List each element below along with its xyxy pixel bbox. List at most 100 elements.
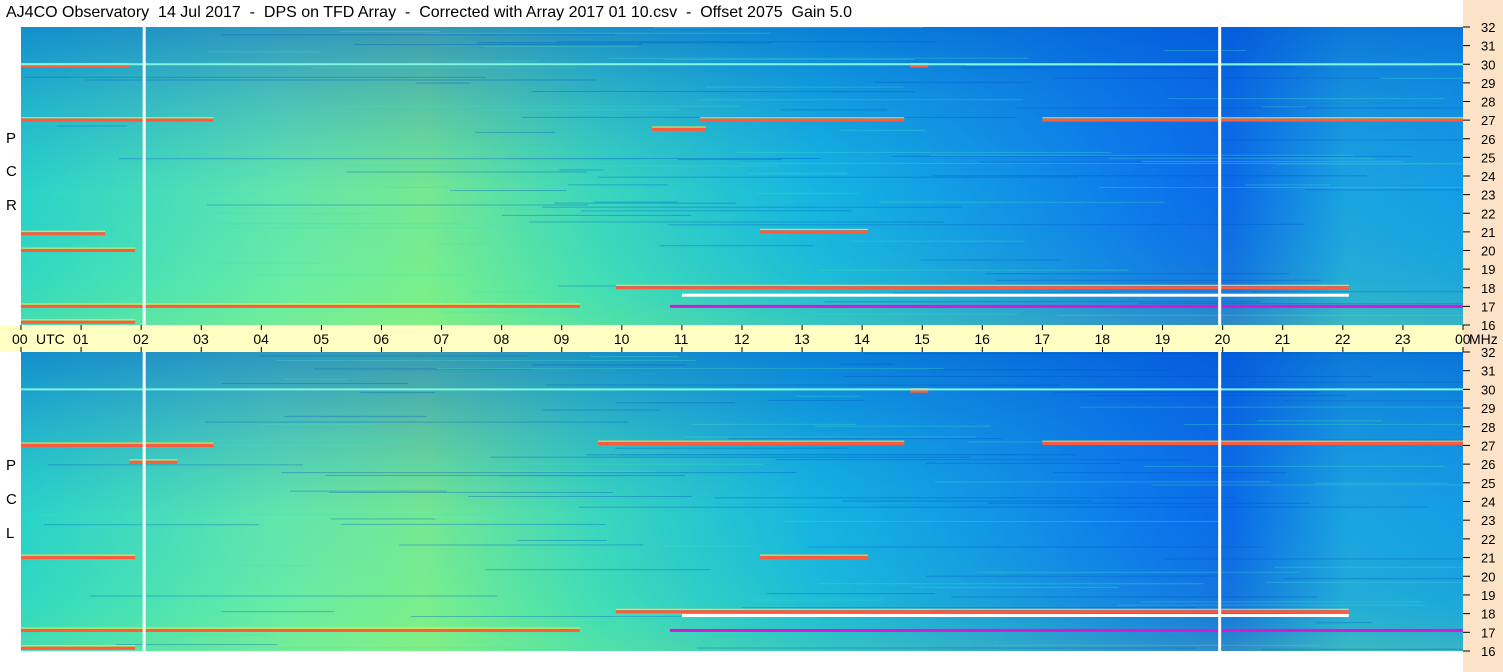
rfi-band-edge bbox=[21, 230, 106, 232]
rfi-band-edge bbox=[1042, 440, 1463, 442]
rfi-band-edge bbox=[1042, 117, 1463, 119]
frequency-tick-label: 17 bbox=[1481, 299, 1495, 314]
time-axis-band bbox=[0, 325, 1463, 352]
frequency-tick-label: 22 bbox=[1481, 532, 1495, 547]
polarization-letter: R bbox=[6, 197, 17, 214]
rfi-band-edge bbox=[651, 126, 706, 128]
utc-label: UTC bbox=[36, 331, 65, 347]
rfi-band bbox=[597, 442, 905, 446]
rfi-band bbox=[699, 118, 905, 122]
rfi-band-edge bbox=[760, 228, 869, 231]
rfi-band bbox=[669, 304, 1463, 308]
time-tick-label: 14 bbox=[854, 331, 870, 347]
frequency-tick-label: 24 bbox=[1481, 169, 1495, 184]
rfi-band bbox=[1042, 442, 1463, 446]
frequency-tick-label: 32 bbox=[1481, 345, 1495, 360]
rfi-band bbox=[21, 320, 136, 324]
reference-line-30mhz bbox=[21, 388, 1463, 391]
rfi-band bbox=[681, 293, 1349, 297]
frequency-tick-label: 31 bbox=[1481, 364, 1495, 379]
frequency-tick-label: 25 bbox=[1481, 476, 1495, 491]
rfi-band-edge bbox=[760, 554, 869, 556]
frequency-tick-label: 31 bbox=[1481, 39, 1495, 54]
rfi-band-edge bbox=[615, 608, 1349, 610]
frequency-tick-label: 22 bbox=[1481, 206, 1495, 221]
time-marker-line bbox=[1218, 27, 1222, 325]
polarization-letter: P bbox=[6, 457, 16, 474]
frequency-tick-label: 28 bbox=[1481, 95, 1495, 110]
time-tick-label: 15 bbox=[914, 331, 930, 347]
time-tick-label: 21 bbox=[1275, 331, 1291, 347]
frequency-tick-label: 20 bbox=[1481, 244, 1495, 259]
frequency-tick-label: 32 bbox=[1481, 20, 1495, 35]
rfi-band-edge bbox=[21, 627, 580, 629]
rfi-band-edge bbox=[129, 459, 178, 461]
spectrogram-chart: RCP1617181920212223242526272829303132LCP… bbox=[0, 20, 1498, 659]
time-tick-label: 07 bbox=[434, 331, 450, 347]
time-tick-label: 06 bbox=[374, 331, 390, 347]
time-tick-label: 03 bbox=[193, 331, 209, 347]
time-tick-label: 10 bbox=[614, 331, 630, 347]
rfi-band-edge bbox=[21, 645, 136, 647]
time-tick-label: 13 bbox=[794, 331, 810, 347]
time-tick-label: 17 bbox=[1034, 331, 1050, 347]
frequency-tick-label: 18 bbox=[1481, 607, 1495, 622]
frequency-tick-label: 16 bbox=[1481, 644, 1495, 659]
time-marker-line bbox=[142, 27, 146, 325]
rfi-band bbox=[21, 118, 214, 122]
rfi-band-edge bbox=[699, 117, 905, 119]
frequency-tick-label: 17 bbox=[1481, 625, 1495, 640]
rfi-band bbox=[760, 556, 869, 560]
rfi-band bbox=[669, 628, 1463, 632]
rfi-band bbox=[681, 613, 1349, 617]
frequency-tick-label: 23 bbox=[1481, 513, 1495, 528]
frequency-tick-label: 27 bbox=[1481, 438, 1495, 453]
rfi-band bbox=[21, 249, 136, 252]
rfi-band-edge bbox=[21, 554, 136, 556]
rfi-band-edge bbox=[21, 303, 580, 305]
time-tick-label: 12 bbox=[734, 331, 750, 347]
rfi-band-edge bbox=[615, 284, 1349, 286]
time-tick-label: 20 bbox=[1215, 331, 1231, 347]
time-marker-line bbox=[142, 352, 146, 651]
rfi-band bbox=[615, 610, 1349, 614]
rfi-band bbox=[21, 443, 214, 447]
rfi-band bbox=[1042, 118, 1463, 122]
frequency-tick-label: 18 bbox=[1481, 281, 1495, 296]
polarization-letter: P bbox=[6, 130, 16, 147]
frequency-tick-label: 19 bbox=[1481, 262, 1495, 277]
frequency-tick-label: 29 bbox=[1481, 401, 1495, 416]
polarization-letter: C bbox=[6, 163, 17, 180]
panel-rcp: RCP1617181920212223242526272829303132 bbox=[6, 20, 1495, 333]
time-tick-label: 09 bbox=[554, 331, 570, 347]
mhz-label: MHz bbox=[1469, 331, 1498, 347]
rfi-band-edge bbox=[21, 319, 136, 321]
frequency-tick-label: 20 bbox=[1481, 569, 1495, 584]
time-tick-label: 04 bbox=[253, 331, 269, 347]
panel-lcp: LCP 16 17 18 19 20 21 22 23 24 25 26 27 28 29 30 31 32 bbox=[6, 345, 1495, 659]
time-tick-label: 00 bbox=[12, 331, 28, 347]
frequency-tick-label: 24 bbox=[1481, 495, 1495, 510]
time-tick-label: 08 bbox=[494, 331, 510, 347]
time-tick-label: 05 bbox=[313, 331, 329, 347]
frequency-tick-label: 21 bbox=[1481, 225, 1495, 240]
frequency-tick-label: 27 bbox=[1481, 113, 1495, 128]
time-tick-label: 02 bbox=[133, 331, 149, 347]
rfi-band bbox=[651, 127, 706, 131]
rfi-band bbox=[21, 646, 136, 650]
rfi-band bbox=[615, 286, 1349, 290]
time-tick-label: 01 bbox=[73, 331, 89, 347]
time-tick-label: 18 bbox=[1095, 331, 1111, 347]
rfi-band bbox=[21, 232, 106, 236]
time-tick-label: 11 bbox=[674, 331, 689, 347]
rfi-band bbox=[21, 304, 580, 308]
time-tick-label: 22 bbox=[1335, 331, 1351, 347]
rfi-band-edge bbox=[21, 117, 214, 119]
time-tick-label: 23 bbox=[1395, 331, 1411, 347]
rfi-band bbox=[21, 556, 136, 560]
rfi-band-edge bbox=[21, 247, 136, 249]
rfi-band-edge bbox=[21, 442, 214, 444]
frequency-tick-label: 30 bbox=[1481, 57, 1495, 72]
heatmap-frequency-shade bbox=[21, 352, 1463, 651]
rfi-band-edge bbox=[597, 440, 905, 442]
